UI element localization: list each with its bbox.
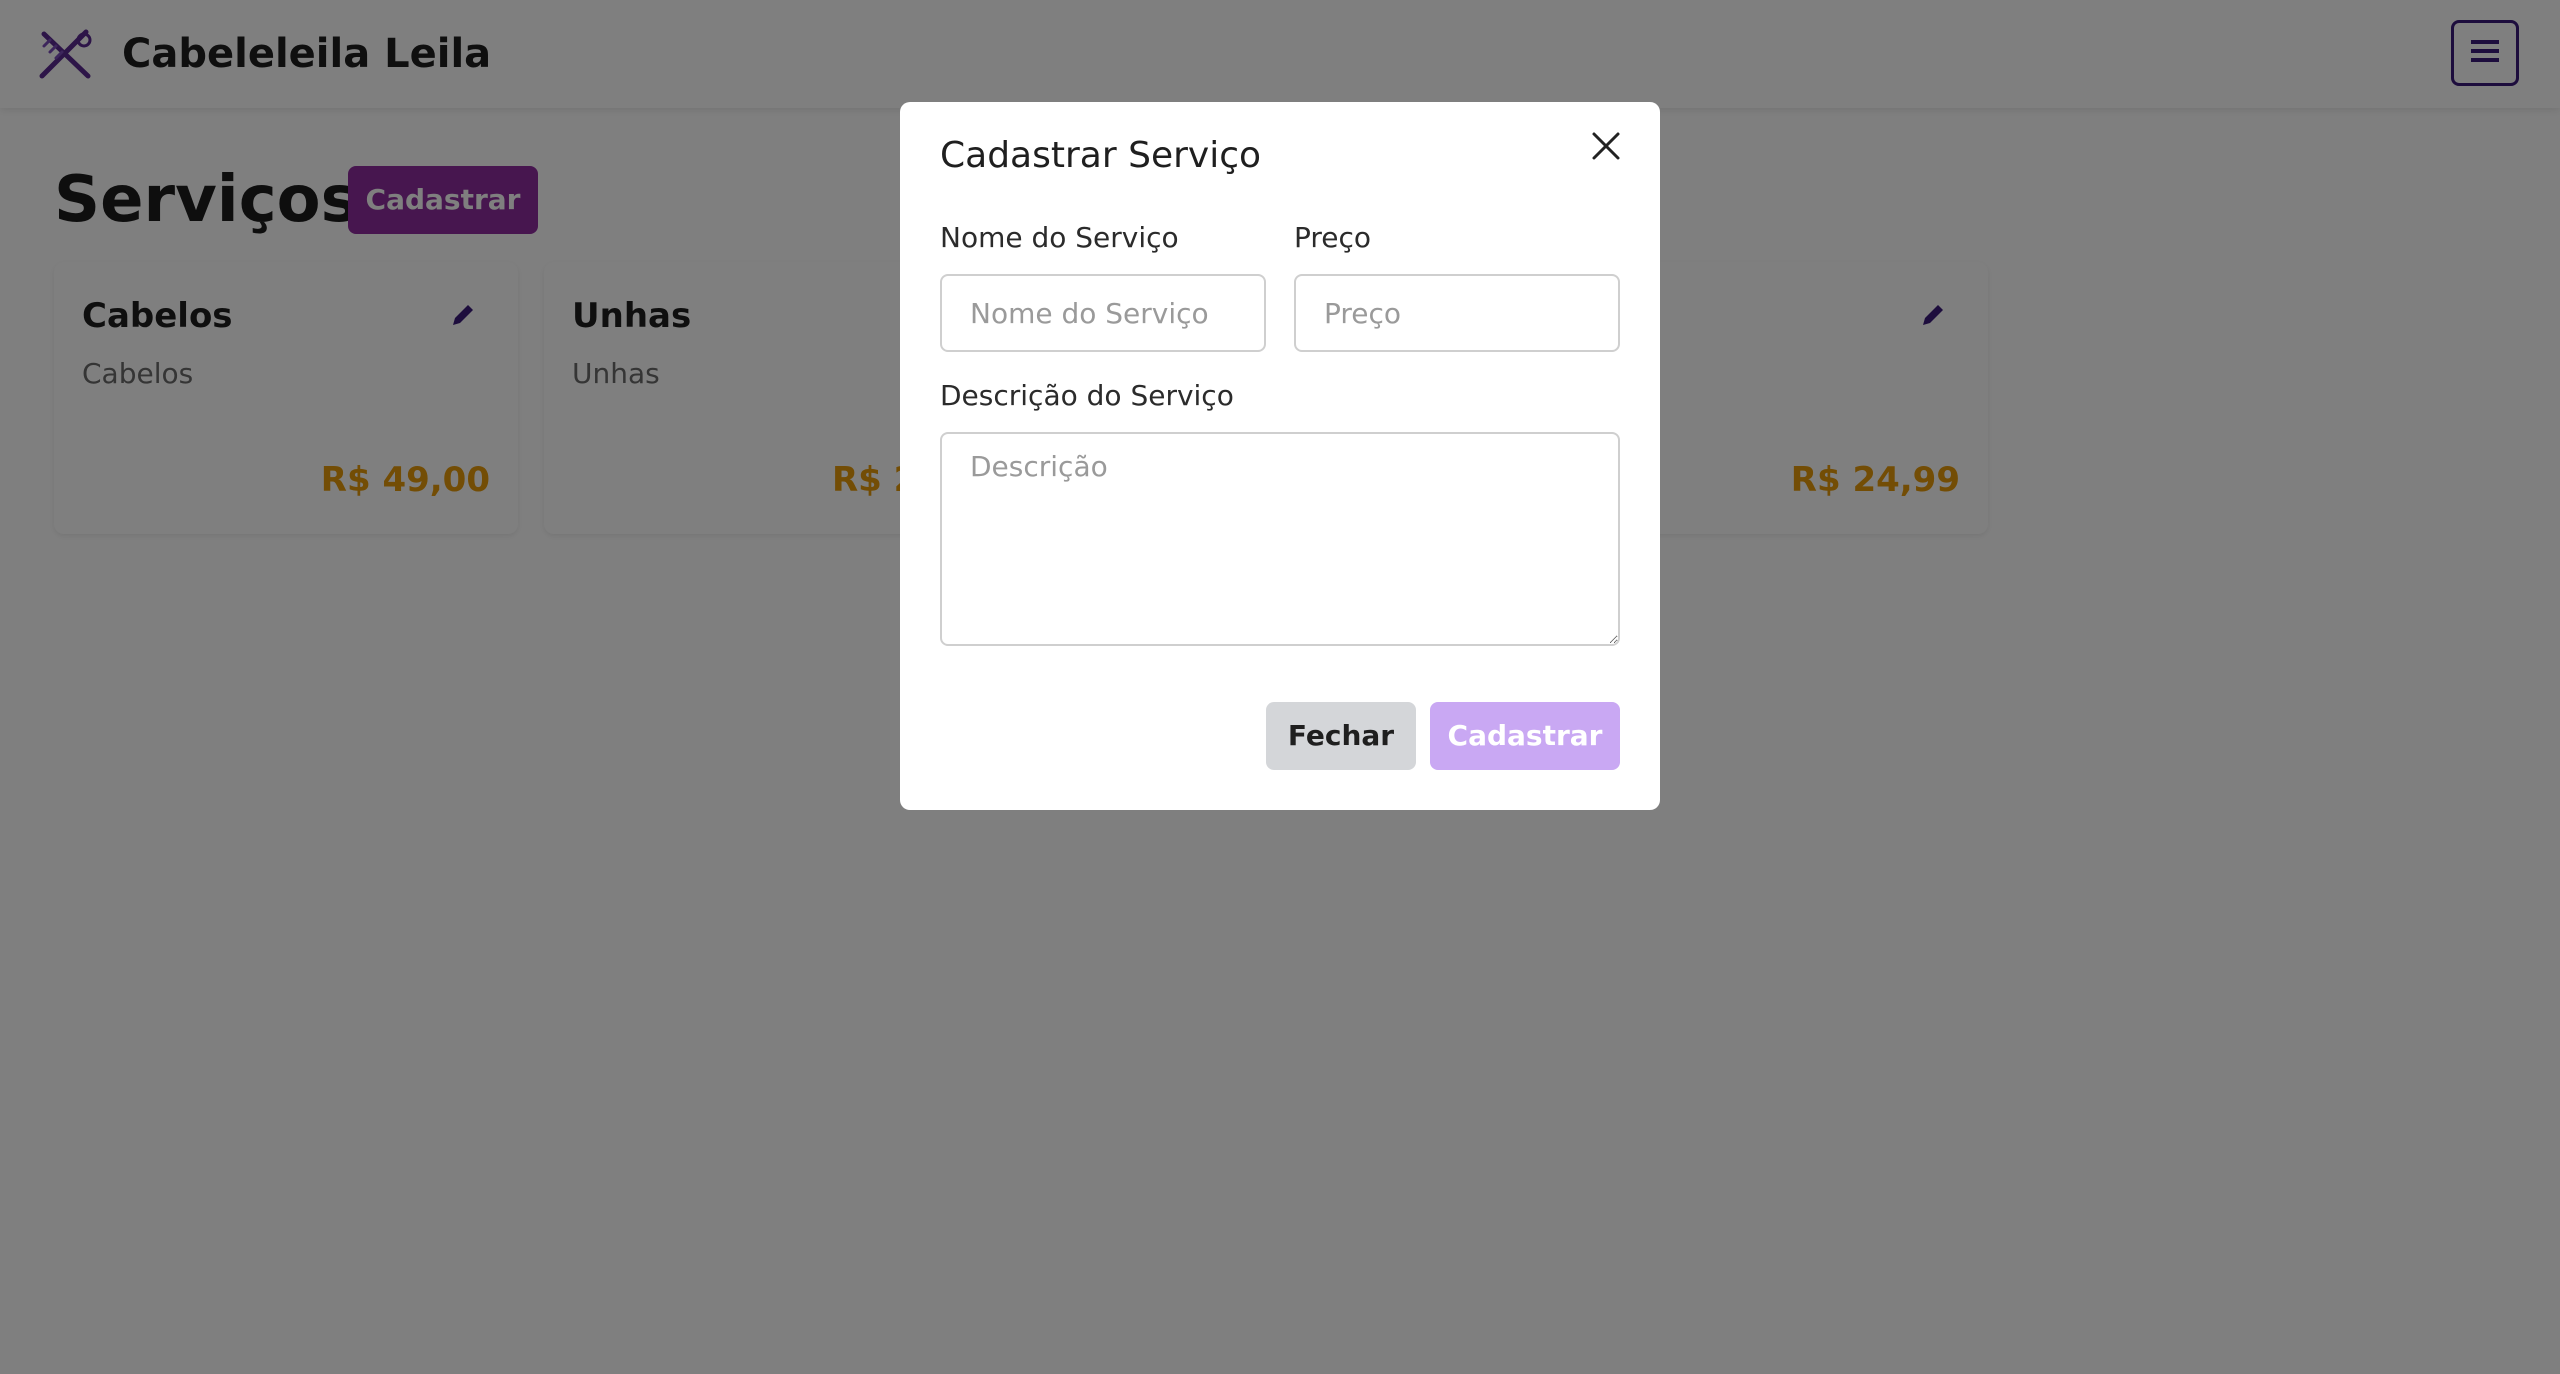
service-name-input[interactable] [940,274,1266,352]
close-button[interactable]: Fechar [1266,702,1416,770]
page: Cabeleleila Leila Serviços Cadastrar Cab… [0,0,2560,1374]
service-name-label: Nome do Serviço [940,221,1179,254]
price-input[interactable] [1294,274,1620,352]
close-icon[interactable] [1590,130,1622,162]
register-service-modal: Cadastrar Serviço Nome do Serviço Preço … [900,102,1660,810]
modal-title: Cadastrar Serviço [940,135,1262,176]
submit-button[interactable]: Cadastrar [1430,702,1620,770]
service-description-label: Descrição do Serviço [940,379,1234,412]
price-label: Preço [1294,221,1372,254]
service-description-textarea[interactable] [940,432,1620,646]
